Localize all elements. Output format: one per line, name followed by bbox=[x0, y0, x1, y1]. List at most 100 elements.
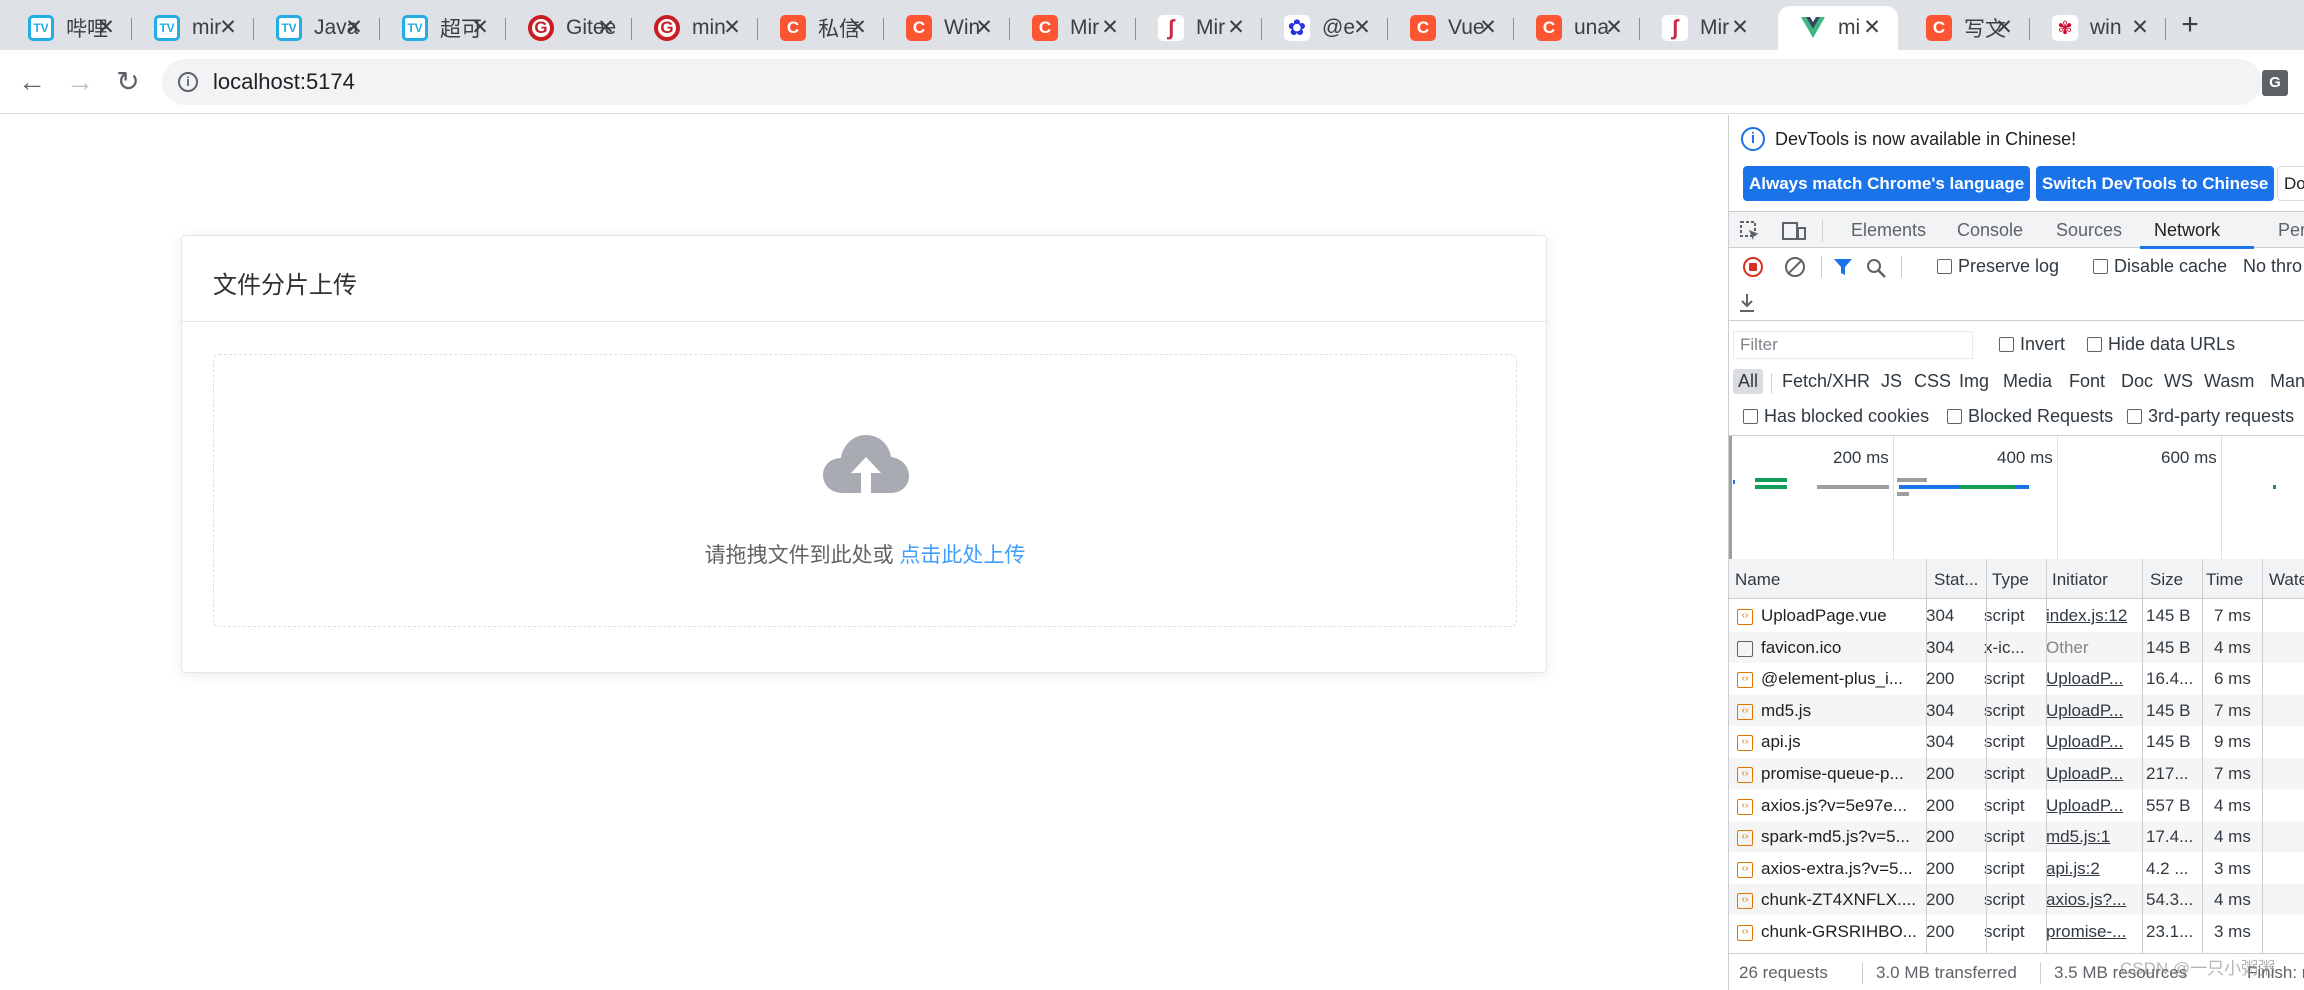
request-initiator[interactable]: api.js:2 bbox=[2046, 859, 2134, 879]
close-tab-icon[interactable]: ✕ bbox=[846, 16, 870, 40]
tab-sources[interactable]: Sources bbox=[2056, 220, 2122, 241]
upload-link[interactable]: 点击此处上传 bbox=[899, 544, 1025, 567]
close-tab-icon[interactable]: ✕ bbox=[594, 16, 618, 40]
request-row[interactable]: ‹› axios.js?v=5e97e... 200 script UploadP...… bbox=[1729, 790, 2304, 821]
tab-network[interactable]: Network bbox=[2154, 220, 2220, 241]
type-filter-ws[interactable]: WS bbox=[2164, 371, 2193, 392]
type-filter-doc[interactable]: Doc bbox=[2121, 371, 2153, 392]
request-initiator[interactable]: promise-... bbox=[2046, 922, 2134, 942]
filter-icon[interactable] bbox=[1833, 257, 1853, 277]
browser-tab[interactable]: C Mir ✕ bbox=[1010, 6, 1136, 50]
request-row[interactable]: ‹› promise-queue-p... 200 script UploadP... 2… bbox=[1729, 758, 2304, 789]
close-tab-icon[interactable]: ✕ bbox=[1098, 16, 1122, 40]
request-row[interactable]: ‹› api.js 304 script UploadP... 145 B 9 ms bbox=[1729, 726, 2304, 757]
switch-chinese-button[interactable]: Switch DevTools to Chinese bbox=[2036, 166, 2275, 201]
type-filter-font[interactable]: Font bbox=[2069, 371, 2105, 392]
type-filter-js[interactable]: JS bbox=[1881, 371, 1902, 392]
third-party-checkbox[interactable]: 3rd-party requests bbox=[2127, 406, 2294, 427]
invert-checkbox[interactable]: Invert bbox=[1999, 334, 2065, 355]
translate-icon[interactable]: G bbox=[2262, 70, 2288, 96]
request-initiator[interactable]: md5.js:1 bbox=[2046, 827, 2134, 847]
request-initiator[interactable]: UploadP... bbox=[2046, 669, 2134, 689]
close-tab-icon[interactable]: ✕ bbox=[1476, 16, 1500, 40]
browser-tab[interactable]: C 写文 ✕ bbox=[1904, 6, 2030, 50]
column-name[interactable]: Name bbox=[1735, 570, 1780, 590]
type-filter-fetch[interactable]: Fetch/XHR bbox=[1782, 371, 1870, 392]
throttle-select[interactable]: No thro bbox=[2243, 256, 2302, 277]
browser-tab[interactable]: ʃ Mir ✕ bbox=[1640, 6, 1766, 50]
site-info-icon[interactable]: i bbox=[178, 72, 198, 92]
request-row[interactable]: ‹› UploadPage.vue 304 script index.js:12 145 … bbox=[1729, 600, 2304, 631]
type-filter-img[interactable]: Img bbox=[1959, 371, 1989, 392]
column-type[interactable]: Type bbox=[1992, 570, 2029, 590]
reload-icon[interactable]: ↻ bbox=[108, 62, 148, 102]
blocked-requests-checkbox[interactable]: Blocked Requests bbox=[1947, 406, 2113, 427]
browser-tab[interactable]: TV 哔哩 ✕ bbox=[6, 6, 132, 50]
request-initiator[interactable]: UploadP... bbox=[2046, 732, 2134, 752]
close-tab-icon[interactable]: ✕ bbox=[468, 16, 492, 40]
request-row[interactable]: ‹› chunk-GRSRIHBO... 200 script promise-... 2… bbox=[1729, 916, 2304, 947]
browser-tab[interactable]: Cuna ✕ bbox=[1514, 6, 1640, 50]
request-initiator[interactable]: index.js:12 bbox=[2046, 606, 2134, 626]
inspect-element-icon[interactable] bbox=[1739, 220, 1761, 242]
close-tab-icon[interactable]: ✕ bbox=[720, 16, 744, 40]
browser-tab[interactable]: TV mir ✕ bbox=[132, 6, 254, 50]
browser-tab[interactable]: ✿ @e ✕ bbox=[1262, 6, 1388, 50]
close-tab-icon[interactable]: ✕ bbox=[94, 16, 118, 40]
browser-tab[interactable]: ʃ Mir ✕ bbox=[1136, 6, 1262, 50]
browser-tab[interactable]: ✾ win ✕ bbox=[2030, 6, 2166, 50]
close-tab-icon[interactable]: ✕ bbox=[1992, 16, 2016, 40]
url-text[interactable]: localhost:5174 bbox=[213, 69, 355, 95]
browser-tab[interactable]: TV Java ✕ bbox=[254, 6, 380, 50]
browser-tab[interactable]: C 私信 ✕ bbox=[758, 6, 884, 50]
browser-tab[interactable]: Gmin ✕ bbox=[632, 6, 758, 50]
record-icon[interactable] bbox=[1743, 257, 1763, 277]
request-row[interactable]: ‹› @element-plus_i... 200 script UploadP... 1… bbox=[1729, 663, 2304, 694]
request-initiator[interactable]: UploadP... bbox=[2046, 764, 2134, 784]
filter-input[interactable]: Filter bbox=[1733, 331, 1973, 359]
column-waterfall[interactable]: Wate bbox=[2269, 570, 2304, 590]
close-tab-icon[interactable]: ✕ bbox=[1602, 16, 1626, 40]
dont-show-button[interactable]: Do bbox=[2277, 166, 2304, 201]
upload-dropzone[interactable]: 请拖拽文件到此处或 点击此处上传 bbox=[213, 354, 1517, 627]
browser-tab[interactable]: C Vue ✕ bbox=[1388, 6, 1514, 50]
new-tab-button[interactable]: + bbox=[2172, 8, 2208, 44]
type-filter-all[interactable]: All bbox=[1733, 369, 1764, 394]
search-icon[interactable] bbox=[1865, 257, 1887, 279]
close-tab-icon[interactable]: ✕ bbox=[972, 16, 996, 40]
column-size[interactable]: Size bbox=[2150, 570, 2183, 590]
browser-tab[interactable]: G Gitee ✕ bbox=[506, 6, 632, 50]
preserve-log-checkbox[interactable]: Preserve log bbox=[1937, 256, 2059, 277]
device-toolbar-icon[interactable] bbox=[1781, 220, 1807, 242]
close-tab-icon[interactable]: ✕ bbox=[2128, 16, 2152, 40]
network-overview[interactable]: 200 ms 400 ms 600 ms bbox=[1729, 435, 2304, 561]
request-initiator[interactable]: UploadP... bbox=[2046, 796, 2134, 816]
request-initiator[interactable]: axios.js?... bbox=[2046, 890, 2134, 910]
close-tab-icon[interactable]: ✕ bbox=[216, 16, 240, 40]
browser-tab[interactable]: TV 超可 ✕ bbox=[380, 6, 506, 50]
browser-tab[interactable]: mi ✕ bbox=[1778, 6, 1898, 50]
request-row[interactable]: ‹› md5.js 304 script UploadP... 145 B 7 ms bbox=[1729, 694, 2304, 726]
column-status[interactable]: Stat... bbox=[1934, 570, 1978, 590]
request-row[interactable]: ‹› chunk-ZT4XNFLX.... 200 script axios.js?..… bbox=[1729, 884, 2304, 916]
tab-performance[interactable]: Perfor bbox=[2278, 220, 2304, 241]
type-filter-manifest[interactable]: Man bbox=[2270, 371, 2304, 392]
import-har-icon[interactable] bbox=[1737, 292, 1757, 314]
close-tab-icon[interactable]: ✕ bbox=[1860, 16, 1884, 40]
clear-icon[interactable] bbox=[1785, 257, 1805, 277]
disable-cache-checkbox[interactable]: Disable cache bbox=[2093, 256, 2227, 277]
close-tab-icon[interactable]: ✕ bbox=[1728, 16, 1752, 40]
tab-console[interactable]: Console bbox=[1957, 220, 2023, 241]
type-filter-media[interactable]: Media bbox=[2003, 371, 2052, 392]
close-tab-icon[interactable]: ✕ bbox=[1350, 16, 1374, 40]
close-tab-icon[interactable]: ✕ bbox=[342, 16, 366, 40]
has-blocked-cookies-checkbox[interactable]: Has blocked cookies bbox=[1743, 406, 1929, 427]
browser-tab[interactable]: C Win ✕ bbox=[884, 6, 1010, 50]
request-row[interactable]: ‹› spark-md5.js?v=5... 200 script md5.js:1 17… bbox=[1729, 821, 2304, 853]
column-time[interactable]: Time bbox=[2206, 570, 2243, 590]
back-icon[interactable]: ← bbox=[12, 62, 52, 102]
hide-data-urls-checkbox[interactable]: Hide data URLs bbox=[2087, 334, 2235, 355]
type-filter-css[interactable]: CSS bbox=[1914, 371, 1951, 392]
close-tab-icon[interactable]: ✕ bbox=[1224, 16, 1248, 40]
column-initiator[interactable]: Initiator bbox=[2052, 570, 2108, 590]
